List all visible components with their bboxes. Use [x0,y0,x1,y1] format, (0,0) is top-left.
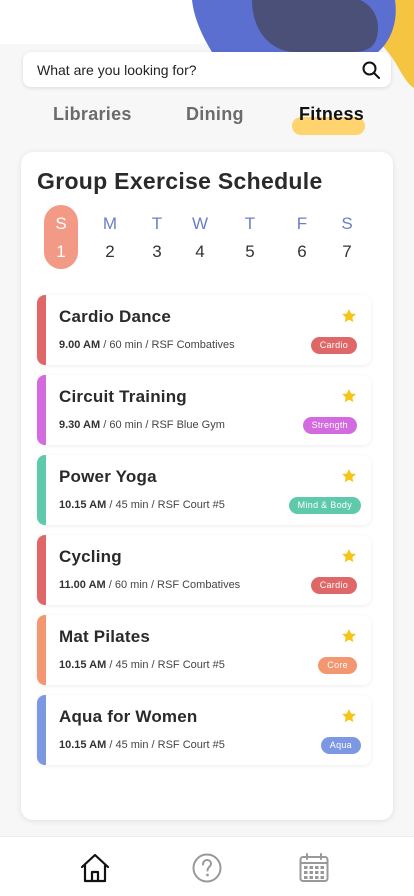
day-letter: S [341,214,353,233]
day-letter: M [102,214,118,233]
day-4[interactable]: W 4 [183,205,217,269]
class-accent [37,695,46,765]
star-icon[interactable] [341,708,357,724]
class-info: 10.15 AM / 45 min / RSF Court #5 [59,739,225,751]
star-icon[interactable] [341,628,357,644]
category-tabs: Libraries Dining Fitness [0,104,414,135]
tab-fitness[interactable]: Fitness [299,104,364,125]
search-icon[interactable] [361,60,381,80]
class-accent [37,455,46,525]
day-3[interactable]: T 3 [140,205,174,269]
day-letter: S [55,214,67,233]
class-tag: Strength [302,417,357,434]
star-icon[interactable] [341,388,357,404]
class-time: 10.15 AM [59,739,107,751]
class-name: Mat Pilates [59,627,151,646]
class-info: 10.15 AM / 45 min / RSF Court #5 [59,659,225,671]
class-info: 9.30 AM / 60 min / RSF Blue Gym [59,419,225,431]
class-details: / 45 min / RSF Court #5 [109,659,225,671]
calendar-icon[interactable] [298,852,330,884]
day-number: 7 [342,242,352,261]
class-name: Cardio Dance [59,307,171,326]
day-letter: F [296,214,308,233]
class-card-mat-pilates[interactable]: Mat Pilates 10.15 AM / 45 min / RSF Cour… [37,615,371,685]
star-icon[interactable] [341,308,357,324]
class-details: / 60 min / RSF Blue Gym [103,419,225,431]
class-name: Cycling [59,547,122,566]
class-name: Aqua for Women [59,707,198,726]
search-input[interactable] [37,61,361,78]
class-tag: Core [318,657,357,674]
help-icon[interactable] [191,852,223,884]
class-accent [37,615,46,685]
class-tag: Cardio [310,337,357,354]
class-details: / 60 min / RSF Combatives [108,579,241,591]
day-number: 5 [245,242,255,261]
class-accent [37,295,46,365]
day-number: 6 [297,242,307,261]
class-time: 10.15 AM [59,499,107,511]
class-details: / 60 min / RSF Combatives [103,339,235,351]
class-tag: Cardio [310,577,357,594]
class-card-circuit-training[interactable]: Circuit Training 9.30 AM / 60 min / RSF … [37,375,371,445]
day-5[interactable]: T 5 [233,205,267,269]
day-2[interactable]: M 2 [93,205,127,269]
star-icon[interactable] [341,468,357,484]
bottom-nav [0,836,414,896]
day-1[interactable]: S 1 [44,205,78,269]
class-name: Circuit Training [59,387,187,406]
schedule-title: Group Exercise Schedule [37,168,323,194]
day-7[interactable]: S 7 [330,205,364,269]
day-letter: T [151,214,163,233]
day-letter: T [244,214,256,233]
class-details: / 45 min / RSF Court #5 [109,739,225,751]
class-accent [37,375,46,445]
class-card-power-yoga[interactable]: Power Yoga 10.15 AM / 45 min / RSF Court… [37,455,371,525]
tab-libraries[interactable]: Libraries [53,104,132,125]
class-card-cycling[interactable]: Cycling 11.00 AM / 60 min / RSF Combativ… [37,535,371,605]
class-info: 11.00 AM / 60 min / RSF Combatives [59,579,240,591]
search-bar[interactable] [23,52,391,87]
class-info: 9.00 AM / 60 min / RSF Combatives [59,339,235,351]
class-time: 11.00 AM [59,579,106,591]
class-time: 9.00 AM [59,339,101,351]
day-number: 4 [195,242,205,261]
schedule-card: Group Exercise Schedule S 1 M 2 T 3 W 4 … [21,152,393,820]
day-number: 2 [105,242,115,261]
class-time: 10.15 AM [59,659,107,671]
class-details: / 45 min / RSF Court #5 [109,499,225,511]
class-card-cardio-dance[interactable]: Cardio Dance 9.00 AM / 60 min / RSF Comb… [37,295,371,365]
class-tag: Aqua [320,737,361,754]
class-time: 9.30 AM [59,419,101,431]
tab-dining[interactable]: Dining [186,104,244,125]
class-card-aqua-for-women[interactable]: Aqua for Women 10.15 AM / 45 min / RSF C… [37,695,371,765]
class-accent [37,535,46,605]
home-icon[interactable] [79,852,111,884]
class-name: Power Yoga [59,467,157,486]
day-6[interactable]: F 6 [285,205,319,269]
star-icon[interactable] [341,548,357,564]
day-number: 3 [152,242,162,261]
day-number: 1 [56,242,66,261]
class-info: 10.15 AM / 45 min / RSF Court #5 [59,499,225,511]
day-letter: W [191,214,209,233]
class-tag: Mind & Body [288,497,361,514]
